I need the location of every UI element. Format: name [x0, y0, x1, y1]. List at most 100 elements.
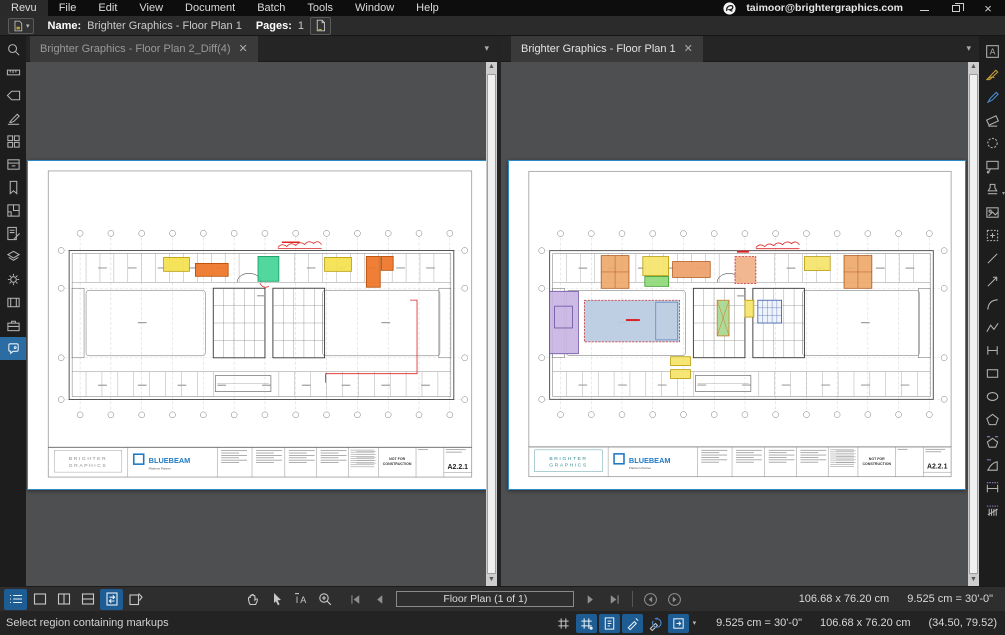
window-close-button[interactable]: × [977, 1, 999, 15]
right-tab-bar: Brighter Graphics - Floor Plan 1 ✕ ▾ [501, 36, 979, 62]
sidebar-item-file-access[interactable] [0, 153, 26, 176]
tool-callout[interactable] [979, 155, 1005, 178]
menu-window[interactable]: Window [344, 0, 405, 16]
page-setup-button[interactable] [310, 17, 331, 35]
grid-toggle[interactable] [553, 614, 574, 633]
menu-revu[interactable]: Revu [0, 0, 48, 16]
tool-text-box[interactable]: A [979, 40, 1005, 63]
snap-grid-toggle[interactable] [576, 614, 597, 633]
select-text-tool-button[interactable]: IA [289, 589, 312, 610]
zoom-tool-button[interactable] [313, 589, 336, 610]
snap-content-toggle[interactable] [599, 614, 620, 633]
snap-markup-toggle[interactable] [622, 614, 643, 633]
cursor-tool-button[interactable] [265, 589, 288, 610]
sidebar-item-spaces[interactable] [0, 199, 26, 222]
menu-document[interactable]: Document [174, 0, 246, 16]
tool-diameter[interactable] [979, 477, 1005, 500]
sidebar-item-bookmarks[interactable] [0, 176, 26, 199]
sidebar-item-tool-chest[interactable] [0, 314, 26, 337]
window-maximize-button[interactable] [945, 1, 967, 15]
reuse-tool-toggle[interactable] [645, 614, 666, 633]
left-vertical-scrollbar[interactable]: ▲ ▼ [486, 62, 497, 586]
sidebar-item-settings[interactable] [0, 268, 26, 291]
menu-file[interactable]: File [48, 0, 88, 16]
left-document-tab[interactable]: Brighter Graphics - Floor Plan 2_Diff(4)… [30, 36, 258, 62]
tool-lasso[interactable] [979, 132, 1005, 155]
sidebar-item-search[interactable] [0, 38, 26, 61]
right-page[interactable]: BRIGHTERGRAPHICSBLUEBEAMPlatinum Partner… [508, 160, 966, 490]
tool-count[interactable] [979, 500, 1005, 523]
tool-stamp[interactable]: ▾ [979, 178, 1005, 201]
markup-list-toggle-button[interactable] [4, 589, 27, 610]
last-page-button[interactable] [603, 589, 626, 610]
close-icon[interactable]: ✕ [684, 42, 693, 55]
tool-line[interactable] [979, 247, 1005, 270]
spaces-icon [6, 203, 21, 218]
tool-rectangle[interactable] [979, 362, 1005, 385]
menu-batch[interactable]: Batch [246, 0, 296, 16]
tool-snapshot[interactable] [979, 224, 1005, 247]
tab-list-chevron-icon[interactable]: ▾ [484, 43, 489, 54]
sidebar-item-media[interactable] [0, 291, 26, 314]
previous-view-button[interactable] [639, 589, 662, 610]
chevron-down-icon[interactable]: ▾ [693, 619, 697, 627]
tool-arc[interactable] [979, 293, 1005, 316]
window-minimize-button[interactable] [913, 1, 935, 15]
left-scroll-thumb[interactable] [487, 74, 496, 574]
menu-edit[interactable]: Edit [87, 0, 128, 16]
pane-single-button[interactable] [28, 589, 51, 610]
document-icon [12, 20, 24, 32]
menubar-right: taimoor@brightergraphics.com × [723, 1, 1005, 15]
sidebar-item-thumbnails[interactable] [0, 130, 26, 153]
tool-polygon[interactable] [979, 408, 1005, 431]
tool-area-measure[interactable] [979, 431, 1005, 454]
pane-split-horizontal-button[interactable] [76, 589, 99, 610]
page-nav-box[interactable]: Floor Plan (1 of 1) [396, 591, 574, 607]
scroll-down-icon[interactable]: ▼ [970, 575, 977, 586]
zoom-icon [317, 591, 333, 607]
tool-chest-icon [6, 318, 21, 333]
tab-list-chevron-icon[interactable]: ▾ [966, 43, 971, 54]
first-page-button[interactable] [344, 589, 367, 610]
sync-status-toggle[interactable] [668, 614, 689, 633]
right-document-tab[interactable]: Brighter Graphics - Floor Plan 1 ✕ [511, 36, 703, 62]
tool-pen[interactable] [979, 86, 1005, 109]
sidebar-item-measurements[interactable] [0, 61, 26, 84]
next-page-button[interactable] [579, 589, 602, 610]
file-menu-dropdown-button[interactable]: ▾ [8, 18, 34, 34]
close-icon[interactable]: ✕ [239, 42, 248, 55]
sidebar-item-studio[interactable] [0, 337, 26, 360]
menu-items: RevuFileEditViewDocumentBatchToolsWindow… [0, 0, 450, 16]
left-page[interactable]: BRIGHTERGRAPHICSBLUEBEAMPlatinum Partner… [27, 160, 487, 490]
menu-view[interactable]: View [128, 0, 174, 16]
tool-image[interactable] [979, 201, 1005, 224]
right-canvas[interactable]: BRIGHTERGRAPHICSBLUEBEAMPlatinum Partner… [501, 62, 979, 586]
split-doc-button[interactable] [124, 589, 147, 610]
sidebar-item-signature[interactable] [0, 107, 26, 130]
right-scroll-thumb[interactable] [969, 74, 978, 574]
left-canvas[interactable]: BRIGHTERGRAPHICSBLUEBEAMPlatinum Partner… [26, 62, 497, 586]
tool-arrow[interactable] [979, 270, 1005, 293]
scroll-up-icon[interactable]: ▲ [970, 62, 977, 73]
page-navigation: Floor Plan (1 of 1) [344, 589, 686, 610]
tool-eraser[interactable] [979, 109, 1005, 132]
next-view-button[interactable] [663, 589, 686, 610]
previous-page-button[interactable] [368, 589, 391, 610]
menu-tools[interactable]: Tools [296, 0, 344, 16]
pane-split-vertical-button[interactable] [52, 589, 75, 610]
sidebar-item-markups-list[interactable] [0, 222, 26, 245]
menu-help[interactable]: Help [405, 0, 450, 16]
scroll-up-icon[interactable]: ▲ [488, 62, 495, 73]
tool-dimension[interactable] [979, 339, 1005, 362]
right-vertical-scrollbar[interactable]: ▲ ▼ [968, 62, 979, 586]
sync-views-button[interactable] [100, 589, 123, 610]
sidebar-item-layers[interactable] [0, 245, 26, 268]
tool-sketch[interactable] [979, 63, 1005, 86]
tool-polyline[interactable] [979, 316, 1005, 339]
sidebar-item-properties[interactable] [0, 84, 26, 107]
hand-tool-button[interactable] [241, 589, 264, 610]
scroll-down-icon[interactable]: ▼ [488, 575, 495, 586]
tool-slope[interactable] [979, 454, 1005, 477]
tool-ellipse[interactable] [979, 385, 1005, 408]
name-value: Brighter Graphics - Floor Plan 1 [87, 20, 242, 32]
